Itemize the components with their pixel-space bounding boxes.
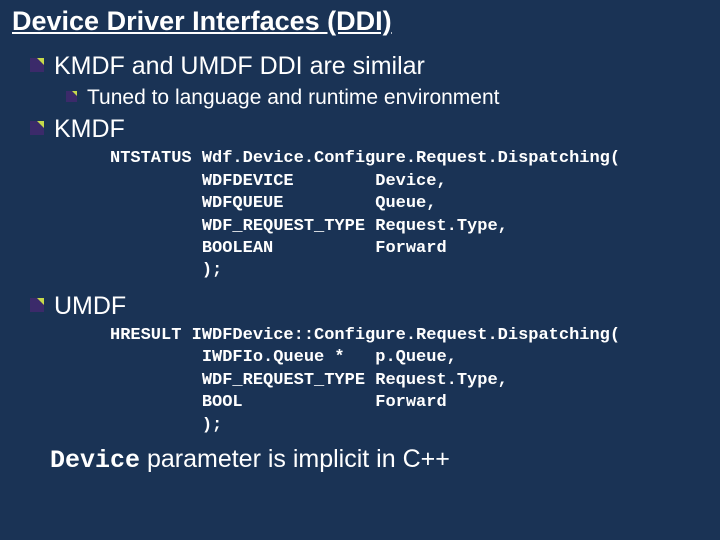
bullet-icon — [30, 121, 44, 135]
final-mono: Device — [50, 446, 140, 475]
slide: Device Driver Interfaces (DDI) KMDF and … — [0, 0, 720, 540]
bullet-level2: Tuned to language and runtime environmen… — [66, 85, 710, 110]
bullet-icon — [66, 91, 77, 102]
bullet-text: Tuned to language and runtime environmen… — [87, 85, 500, 110]
final-note: Device parameter is implicit in C++ — [50, 445, 710, 475]
code-kmdf: NTSTATUS Wdf.Device.Configure.Request.Di… — [110, 148, 710, 283]
bullet-text: KMDF — [54, 114, 125, 144]
bullet-icon — [30, 298, 44, 312]
slide-title: Device Driver Interfaces (DDI) — [12, 6, 710, 37]
bullet-level1: KMDF and UMDF DDI are similar — [30, 51, 710, 81]
bullet-level1: KMDF — [30, 114, 710, 144]
bullet-icon — [30, 58, 44, 72]
bullet-level1: UMDF — [30, 291, 710, 321]
bullet-text: UMDF — [54, 291, 126, 321]
code-umdf: HRESULT IWDFDevice::Configure.Request.Di… — [110, 325, 710, 437]
bullet-text: KMDF and UMDF DDI are similar — [54, 51, 425, 81]
final-rest: parameter is implicit in C++ — [140, 445, 450, 473]
